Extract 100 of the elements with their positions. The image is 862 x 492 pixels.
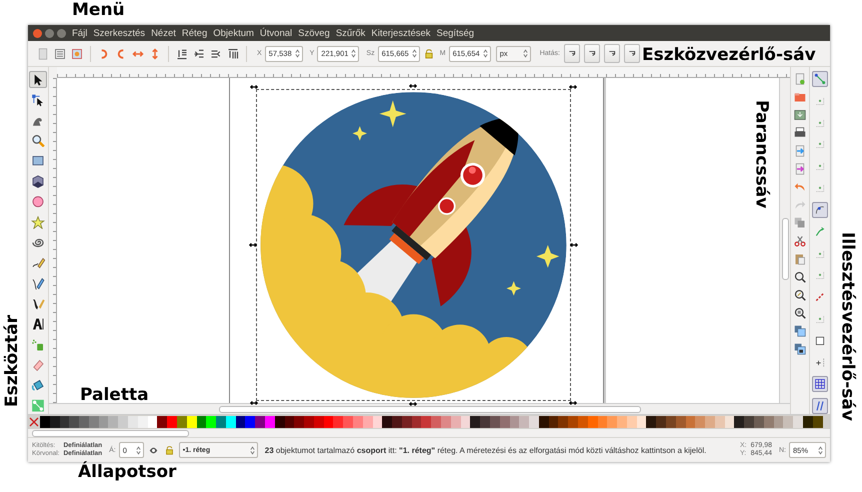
color-swatch[interactable] — [744, 416, 754, 428]
star-tool-icon[interactable] — [29, 214, 47, 231]
color-swatch[interactable] — [412, 416, 422, 428]
color-swatch[interactable] — [538, 416, 549, 428]
color-swatch[interactable] — [333, 416, 344, 428]
deselect-icon[interactable] — [71, 48, 83, 60]
color-swatch[interactable] — [695, 416, 706, 428]
color-swatch[interactable] — [450, 416, 461, 428]
snap-toggle-icon[interactable] — [812, 71, 828, 87]
snap-toggle-icon[interactable] — [812, 376, 828, 392]
menu-item[interactable]: Fájl — [69, 28, 90, 38]
selector-tool-icon[interactable] — [29, 71, 47, 88]
color-swatch[interactable] — [510, 416, 520, 428]
color-swatch[interactable] — [666, 416, 676, 428]
raise-icon[interactable] — [210, 48, 222, 60]
snap-toggle-icon[interactable] — [812, 398, 828, 414]
menu-item[interactable]: Szerkesztés — [90, 28, 148, 38]
color-swatch[interactable] — [529, 416, 539, 428]
menu-item[interactable]: Réteg — [178, 28, 210, 38]
color-swatch[interactable] — [460, 416, 470, 428]
color-swatch[interactable] — [617, 416, 627, 428]
clipboard-icon[interactable] — [794, 253, 806, 265]
spinner-arrows-icon[interactable] — [482, 49, 488, 58]
transform-toggle-icon[interactable] — [604, 44, 620, 63]
color-swatch[interactable] — [548, 416, 558, 428]
color-swatch[interactable] — [157, 416, 168, 428]
snap-toggle-icon[interactable] — [812, 202, 828, 218]
color-swatch[interactable] — [226, 416, 236, 428]
maximize-button[interactable] — [57, 28, 66, 38]
lock-objects-icon[interactable] — [794, 343, 806, 355]
scale-handle[interactable] — [568, 399, 576, 407]
color-swatch[interactable] — [705, 416, 715, 428]
color-swatch[interactable] — [274, 416, 285, 428]
color-swatch[interactable] — [236, 416, 246, 428]
spinner-arrows-icon[interactable] — [136, 446, 141, 454]
menu-item[interactable]: Szűrők — [332, 28, 368, 38]
duplicate-icon[interactable] — [794, 217, 806, 229]
flip-vertical-icon[interactable] — [149, 48, 161, 60]
color-swatch[interactable] — [578, 416, 588, 428]
horizontal-scrollbar[interactable] — [49, 403, 790, 414]
color-swatch[interactable] — [734, 416, 744, 428]
color-swatch[interactable] — [167, 416, 177, 428]
color-swatch[interactable] — [50, 416, 60, 428]
color-swatch[interactable] — [626, 416, 637, 428]
color-swatch[interactable] — [324, 416, 334, 428]
color-swatch[interactable] — [69, 416, 80, 428]
menu-item[interactable]: Objektum — [210, 28, 257, 38]
scissors-icon[interactable] — [794, 235, 806, 247]
color-swatch[interactable] — [372, 416, 382, 428]
color-swatch[interactable] — [724, 416, 734, 428]
color-swatch[interactable] — [245, 416, 256, 428]
menu-item[interactable]: Segítség — [434, 28, 478, 38]
color-swatch[interactable] — [783, 416, 794, 428]
color-swatch[interactable] — [607, 416, 618, 428]
color-swatch[interactable] — [774, 416, 784, 428]
transform-toggle-icon[interactable] — [564, 44, 580, 63]
color-swatch[interactable] — [636, 416, 646, 428]
color-swatch[interactable] — [294, 416, 304, 428]
scale-handle[interactable] — [570, 241, 578, 249]
color-swatch[interactable] — [382, 416, 392, 428]
color-swatch[interactable] — [490, 416, 500, 428]
dropdown-arrows-icon[interactable] — [522, 49, 528, 58]
undo-icon[interactable] — [794, 181, 806, 193]
color-swatch[interactable] — [216, 416, 226, 428]
select-all-layers-icon[interactable] — [54, 48, 66, 60]
color-swatch[interactable] — [138, 416, 148, 428]
color-swatch[interactable] — [686, 416, 696, 428]
color-swatch[interactable] — [568, 416, 578, 428]
scale-handle[interactable] — [409, 400, 417, 408]
color-swatch[interactable] — [343, 416, 353, 428]
lower-icon[interactable] — [193, 48, 205, 60]
raise-to-top-icon[interactable] — [227, 48, 239, 60]
color-swatch[interactable] — [255, 416, 265, 428]
color-swatch[interactable] — [441, 416, 451, 428]
color-swatch[interactable] — [431, 416, 442, 428]
menu-item[interactable]: Nézet — [148, 28, 179, 38]
spinner-arrows-icon[interactable] — [294, 49, 300, 58]
color-swatch[interactable] — [40, 416, 50, 428]
lower-to-bottom-icon[interactable] — [176, 48, 188, 60]
color-swatch[interactable] — [588, 416, 598, 428]
zoom-selection-icon[interactable] — [794, 271, 806, 283]
color-swatch[interactable] — [793, 416, 803, 428]
color-swatch[interactable] — [196, 416, 206, 428]
scale-handle[interactable] — [250, 399, 258, 407]
scale-handle[interactable] — [568, 83, 576, 91]
color-swatch[interactable] — [646, 416, 656, 428]
lock-icon[interactable] — [164, 446, 174, 454]
import-icon[interactable] — [794, 145, 806, 157]
color-swatch[interactable] — [304, 416, 314, 428]
no-color-icon[interactable] — [29, 417, 39, 427]
lock-icon[interactable] — [424, 48, 433, 58]
scale-handle[interactable] — [250, 83, 258, 91]
scale-handle[interactable] — [409, 82, 417, 90]
close-button[interactable] — [33, 28, 42, 38]
color-swatch[interactable] — [108, 416, 118, 428]
color-swatch[interactable] — [206, 416, 216, 428]
color-swatch[interactable] — [128, 416, 138, 428]
color-swatch[interactable] — [802, 416, 813, 428]
color-swatch[interactable] — [176, 416, 187, 428]
color-swatch[interactable] — [98, 416, 108, 428]
